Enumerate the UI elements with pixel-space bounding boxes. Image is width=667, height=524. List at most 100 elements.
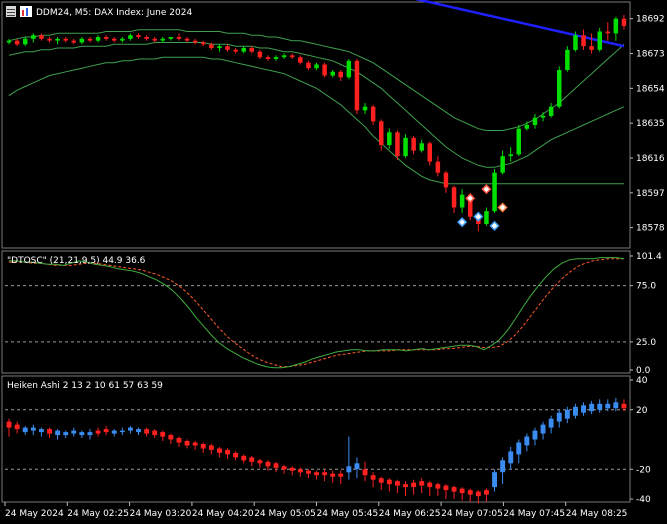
candle-body: [540, 115, 546, 118]
dtosc-axis: 101.4 75.0 25.0 0.0: [630, 252, 662, 376]
dtosc-tick-label: 75.0: [636, 282, 656, 292]
heiken-bar: [160, 432, 166, 437]
candle-body: [435, 161, 441, 173]
heiken-bar: [500, 460, 506, 473]
heiken-bar: [176, 438, 182, 443]
heiken-bar: [403, 484, 408, 488]
time-tick-label: 24 May 03:20: [130, 509, 192, 519]
candle-body: [136, 35, 141, 37]
heiken-bar: [605, 403, 611, 409]
candle-body: [144, 37, 149, 39]
candle-body: [443, 172, 449, 188]
candle-body: [120, 38, 125, 41]
dtosc-panel-frame: [1, 250, 631, 374]
heiken-bar: [443, 485, 449, 491]
candle-body: [160, 38, 165, 41]
candle-body: [605, 31, 610, 34]
sell-signal-marker: [481, 184, 492, 195]
heiken-bar: [22, 427, 28, 433]
heiken-bar: [475, 491, 481, 497]
candle-body: [581, 35, 586, 47]
heiken-tick-label: -40: [636, 495, 651, 505]
candle-body: [184, 38, 190, 41]
heiken-bar: [378, 478, 384, 483]
heiken-bar: [249, 457, 255, 462]
price-tick-label: 18635: [636, 119, 665, 129]
heiken-bar: [589, 403, 595, 412]
heiken-bar: [136, 429, 141, 433]
candle-body: [338, 71, 343, 78]
candle-body: [322, 64, 327, 76]
heiken-bar: [564, 409, 570, 419]
heiken-bar: [79, 432, 85, 436]
candle-body: [233, 49, 238, 52]
price-tick-label: 18616: [636, 154, 665, 164]
dtosc-plot: [5, 257, 628, 369]
price-tick-label: 18578: [636, 224, 665, 234]
heiken-bar: [217, 448, 222, 453]
heiken-bar: [540, 424, 546, 434]
heiken-bar: [516, 442, 522, 455]
heiken-bar: [192, 442, 198, 446]
candle-body: [613, 18, 619, 34]
heiken-bar: [386, 479, 392, 485]
candle-body: [47, 38, 52, 41]
heiken-bar: [273, 463, 279, 468]
sell-signal-marker: [465, 193, 476, 204]
heiken-tick-label: 20: [636, 406, 648, 416]
candle-body: [492, 172, 497, 212]
heiken-bar: [613, 402, 619, 409]
candle-body: [484, 211, 489, 224]
candle-body: [192, 40, 198, 43]
candle-body: [395, 132, 400, 157]
dtosc-tick-label: 0.0: [636, 366, 651, 376]
heiken-bar: [314, 472, 319, 476]
price-tick-label: 18673: [636, 50, 665, 60]
candle-body: [548, 106, 554, 116]
time-axis: 24 May 2024 24 May 02:25 24 May 03:20 24 Ma…: [4, 502, 627, 519]
candle-body: [597, 31, 602, 50]
candle-body: [459, 194, 465, 208]
heiken-bar: [597, 403, 603, 410]
candle-body: [71, 40, 76, 43]
heiken-bar: [330, 473, 336, 477]
heiken-bar: [484, 490, 489, 495]
time-tick-label: 24 May 06:25: [379, 509, 441, 519]
chart-canvas[interactable]: DDM24, M5: DAX Index: June 2024 "DTOSC" …: [0, 0, 667, 520]
heiken-bar: [63, 432, 69, 436]
time-tick-label: 24 May 05:05: [254, 509, 316, 519]
heiken-bar: [119, 430, 125, 433]
candle-body: [419, 143, 424, 151]
candle-body: [39, 35, 44, 39]
heiken-bar: [524, 436, 530, 446]
heiken-bar: [128, 427, 133, 431]
candle-body: [362, 106, 368, 111]
heiken-bar: [87, 432, 93, 436]
heiken-bar: [184, 441, 190, 446]
heiken-bar: [103, 429, 109, 433]
candle-body: [370, 106, 376, 122]
time-tick-label: 24 May 04:20: [192, 509, 254, 519]
heiken-bar: [241, 455, 247, 461]
candle-body: [298, 57, 303, 63]
candle-body: [79, 38, 85, 43]
candle-body: [354, 60, 360, 111]
price-axis: 18692 18673 18654 18635 18616 18597 18578: [630, 15, 665, 234]
candle-body: [241, 48, 246, 52]
candle-body: [87, 38, 93, 41]
heiken-tick-label: -20: [636, 465, 651, 475]
candle-body: [451, 187, 457, 208]
heiken-bar: [111, 430, 117, 434]
candle-body: [403, 137, 408, 157]
dtosc-label: "DTOSC" (21,21,9,5) 44.9 36.6: [7, 256, 146, 266]
trading-chart-window[interactable]: DDM24, M5: DAX Index: June 2024 "DTOSC" …: [0, 0, 667, 520]
heiken-bar: [573, 406, 578, 416]
candle-body: [387, 132, 392, 146]
chart-type-icon-bar: [26, 8, 28, 16]
heiken-bar: [95, 430, 101, 434]
candle-body: [14, 40, 20, 45]
candle-body: [346, 60, 352, 78]
heiken-bar: [14, 424, 20, 430]
heiken-bar: [581, 405, 586, 413]
candle-body: [532, 117, 538, 125]
